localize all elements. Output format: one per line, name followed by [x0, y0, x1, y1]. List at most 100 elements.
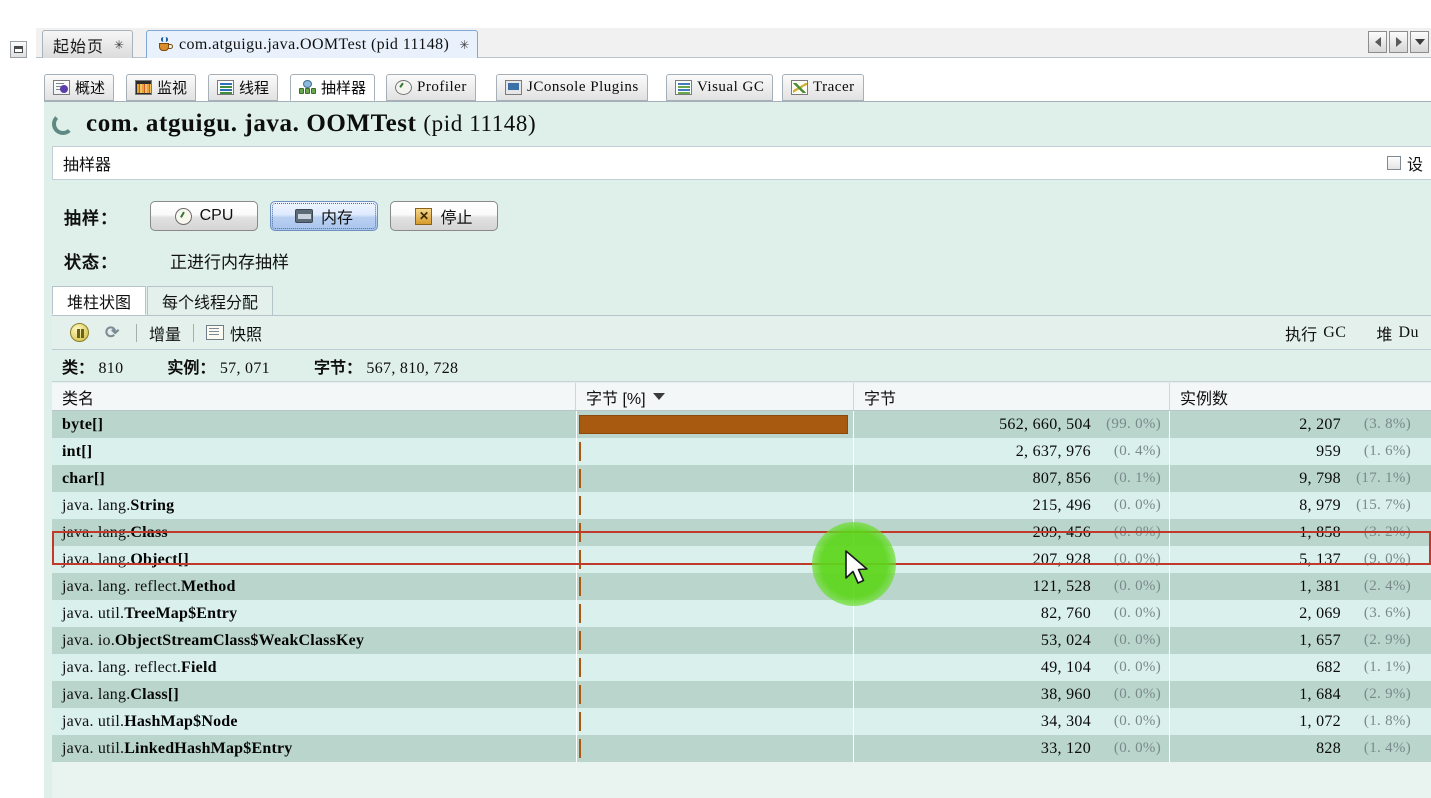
memory-sample-button[interactable]: 内存 — [270, 201, 378, 231]
class-simple-name: LinkedHashMap$Entry — [124, 739, 293, 757]
bytes-percent: (0. 0%) — [1113, 632, 1161, 648]
bytes-percent-bar — [579, 604, 581, 623]
document-tab-start-page[interactable]: 起始页 ✳ — [42, 30, 134, 58]
refresh-button[interactable]: ⟳ — [97, 323, 132, 342]
table-row[interactable]: java. lang. reflect. Method 121, 528 (0. 0%… — [52, 573, 1431, 600]
settings-checkbox[interactable] — [1386, 156, 1401, 170]
bytes-percent-bar — [579, 739, 581, 758]
tab-jconsole-plugins[interactable]: JConsole Plugins — [496, 74, 648, 101]
heap-dump-button[interactable]: 堆 Du — [1368, 321, 1427, 345]
cell-bytes: 215, 496 (0. 0%) — [854, 492, 1170, 519]
cell-bytes: 2, 637, 976 (0. 4%) — [854, 438, 1170, 465]
bytes-percent: (0. 0%) — [1113, 659, 1161, 675]
cell-instances: 1, 684 (2. 9%) — [1170, 681, 1431, 708]
class-package: java. util. — [62, 604, 125, 622]
cpu-sample-button[interactable]: CPU — [150, 201, 258, 231]
gc-label: 执行 — [1285, 326, 1318, 344]
document-tab-oomtest[interactable]: com.atguigu.java.OOMTest (pid 11148) ✳ — [146, 30, 479, 58]
table-row[interactable]: java. lang. Class 209, 456 (0. 0%) 1, 858 (3.… — [52, 519, 1431, 546]
heap-label: 堆 — [1376, 326, 1393, 344]
sampler-toolbar: ⟳ 增量 快照 执行 GC 堆 Du — [52, 316, 1431, 350]
table-row[interactable]: java. lang. reflect. Field 49, 104 (0. 0%) 6… — [52, 654, 1431, 681]
table-row[interactable]: byte[] 562, 660, 504 (99. 0%) 2, 207 (3. 8%) — [52, 411, 1431, 438]
snapshot-button[interactable]: 快照 — [198, 321, 270, 345]
column-header-instances[interactable]: 实例数 — [1170, 383, 1431, 410]
tab-overview[interactable]: 概述 — [44, 74, 115, 101]
restore-window-icon[interactable] — [10, 41, 27, 58]
snapshot-label: 快照 — [230, 326, 263, 344]
table-row[interactable]: char[] 807, 856 (0. 1%) 9, 798 (17. 1%) — [52, 465, 1431, 492]
close-icon[interactable]: ✳ — [114, 39, 124, 51]
class-simple-name: char[] — [62, 469, 105, 487]
table-row[interactable]: java. lang. String 215, 496 (0. 0%) 8, 979 (1… — [52, 492, 1431, 519]
bytes-percent: (0. 0%) — [1113, 551, 1161, 567]
tabstrip-nav — [1368, 31, 1429, 53]
class-package: java. lang. — [62, 523, 131, 541]
refresh-icon: ⟳ — [105, 323, 120, 342]
bytes-value: 121, 528 — [1032, 577, 1091, 595]
table-row[interactable]: java. util. LinkedHashMap$Entry 33, 120 (0.… — [52, 735, 1431, 762]
tab-list-icon[interactable] — [1410, 31, 1429, 53]
column-header-class-name[interactable]: 类名 — [52, 383, 576, 410]
tab-visual-gc[interactable]: Visual GC — [666, 74, 774, 101]
tab-tracer[interactable]: Tracer — [782, 74, 864, 101]
cell-instances: 682 (1. 1%) — [1170, 654, 1431, 681]
bytes-value: 207, 928 — [1032, 550, 1091, 568]
delta-button[interactable]: 增量 — [141, 321, 189, 345]
stop-sample-button[interactable]: ✕ 停止 — [390, 201, 498, 231]
perform-gc-button[interactable]: 执行 GC — [1277, 321, 1354, 345]
app-header: com. atguigu. java. OOMTest (pid 11148) — [52, 110, 536, 138]
table-row[interactable]: java. lang. Object[] 207, 928 (0. 0%) 5, 137… — [52, 546, 1431, 573]
bytes-percent: (0. 1%) — [1113, 470, 1161, 486]
tab-label: JConsole Plugins — [527, 79, 639, 95]
cell-instances: 1, 858 (3. 2%) — [1170, 519, 1431, 546]
cell-bytes-bar — [576, 627, 854, 654]
table-row[interactable]: java. util. TreeMap$Entry 82, 760 (0. 0%) 2,… — [52, 600, 1431, 627]
stop-button-label: 停止 — [440, 210, 473, 227]
table-row[interactable]: java. util. HashMap$Node 34, 304 (0. 0%) 1, … — [52, 708, 1431, 735]
cell-bytes-bar — [576, 411, 854, 438]
stat-bytes: 字节： 567, 810, 728 — [314, 354, 458, 378]
gc-value: GC — [1323, 323, 1347, 341]
instances-percent: (15. 7%) — [1356, 497, 1411, 513]
refresh-spinner-icon — [52, 113, 74, 135]
tab-threads[interactable]: 线程 — [208, 74, 279, 101]
tab-sampler[interactable]: 抽样器 — [290, 74, 376, 101]
instances-value: 1, 381 — [1299, 577, 1341, 595]
tab-label: Profiler — [417, 79, 467, 95]
table-row[interactable]: int[] 2, 637, 976 (0. 4%) 959 (1. 6%) — [52, 438, 1431, 465]
subtab-per-thread-allocation[interactable]: 每个线程分配 — [147, 286, 274, 315]
overview-icon — [53, 80, 70, 95]
scroll-right-icon[interactable] — [1389, 31, 1408, 53]
cell-instances: 9, 798 (17. 1%) — [1170, 465, 1431, 492]
tab-profiler[interactable]: Profiler — [386, 74, 476, 101]
cell-bytes-bar — [576, 708, 854, 735]
cell-bytes-bar — [576, 681, 854, 708]
tab-label: 抽样器 — [321, 80, 367, 97]
table-row[interactable]: java. io. ObjectStreamClass$WeakClassKey 5… — [52, 627, 1431, 654]
table-row[interactable]: java. lang. Class[] 38, 960 (0. 0%) 1, 684 (2… — [52, 681, 1431, 708]
instances-value: 959 — [1316, 442, 1341, 460]
scroll-left-icon[interactable] — [1368, 31, 1387, 53]
bytes-percent-bar — [579, 712, 581, 731]
tab-monitor[interactable]: 监视 — [126, 74, 197, 101]
status-value: 正进行内存抽样 — [170, 252, 289, 272]
column-label: 字节 — [864, 390, 897, 408]
close-icon[interactable]: ✳ — [459, 39, 469, 51]
subtab-heap-histogram[interactable]: 堆柱状图 — [52, 286, 147, 315]
cell-instances: 8, 979 (15. 7%) — [1170, 492, 1431, 519]
cell-bytes-bar — [576, 492, 854, 519]
column-header-bytes[interactable]: 字节 — [854, 383, 1170, 410]
column-header-bytes-percent[interactable]: 字节 [%] — [576, 383, 854, 410]
bytes-percent-bar — [579, 658, 581, 677]
bytes-value: 34, 304 — [1040, 712, 1091, 730]
bytes-value: 2, 637, 976 — [1015, 442, 1091, 460]
page-title: com. atguigu. java. OOMTest (pid 11148) — [86, 110, 536, 138]
settings-toggle[interactable]: 设 — [1386, 151, 1423, 175]
cell-bytes-bar — [576, 465, 854, 492]
bytes-percent-bar — [579, 577, 581, 596]
status-label: 状态： — [64, 252, 118, 272]
cell-bytes-bar — [576, 573, 854, 600]
bytes-percent-bar — [579, 523, 581, 542]
pause-button[interactable] — [62, 323, 97, 342]
